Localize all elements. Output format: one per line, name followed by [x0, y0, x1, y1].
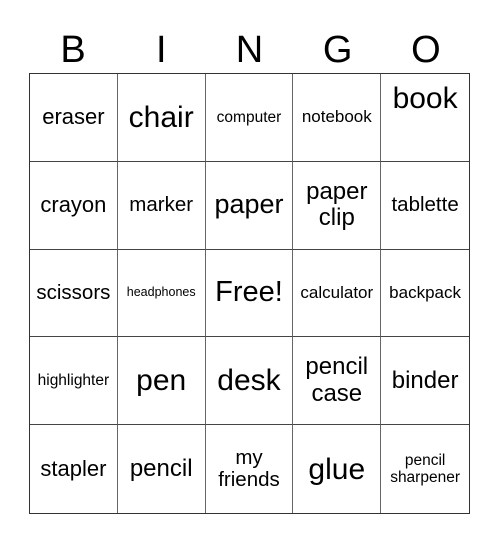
bingo-cell[interactable]: stapler	[30, 425, 118, 513]
bingo-grid: eraser chair computer notebook book cray…	[29, 73, 470, 514]
bingo-cell[interactable]: scissors	[30, 249, 118, 338]
header-letter-i: I	[156, 29, 167, 71]
header-letter-o: O	[411, 29, 441, 71]
bingo-cell[interactable]: desk	[205, 337, 294, 426]
bingo-cell[interactable]: pencil case	[293, 337, 382, 426]
bingo-cell[interactable]: marker	[117, 161, 206, 250]
bingo-cell[interactable]: binder	[381, 337, 469, 426]
bingo-cell[interactable]: pen	[117, 337, 206, 426]
bingo-cell[interactable]: pencil sharpener	[381, 425, 469, 513]
bingo-cell[interactable]: tablette	[381, 162, 469, 250]
bingo-cell[interactable]: highlighter	[30, 337, 118, 426]
bingo-cell[interactable]: book	[381, 74, 469, 162]
bingo-cell[interactable]: calculator	[293, 249, 382, 338]
bingo-cell[interactable]: pencil	[118, 425, 206, 513]
bingo-cell[interactable]: glue	[293, 425, 382, 513]
header-letter-g: G	[322, 29, 353, 71]
bingo-cell[interactable]: paper	[205, 161, 294, 250]
free-space[interactable]: Free!	[205, 249, 294, 338]
bingo-cell[interactable]: headphones	[117, 249, 206, 338]
bingo-cell[interactable]: chair	[117, 74, 206, 162]
bingo-cell[interactable]: backpack	[381, 250, 469, 338]
bingo-cell[interactable]: crayon	[30, 161, 118, 250]
bingo-cell[interactable]: computer	[205, 74, 294, 162]
header-letter-b: B	[60, 29, 86, 71]
bingo-cell[interactable]: eraser	[30, 74, 118, 162]
header-letter-n: N	[235, 29, 264, 71]
bingo-cell[interactable]: paper clip	[293, 161, 382, 250]
bingo-cell[interactable]: notebook	[293, 74, 382, 162]
bingo-cell[interactable]: my friends	[206, 425, 294, 513]
bingo-header: B I N G O	[29, 28, 470, 72]
